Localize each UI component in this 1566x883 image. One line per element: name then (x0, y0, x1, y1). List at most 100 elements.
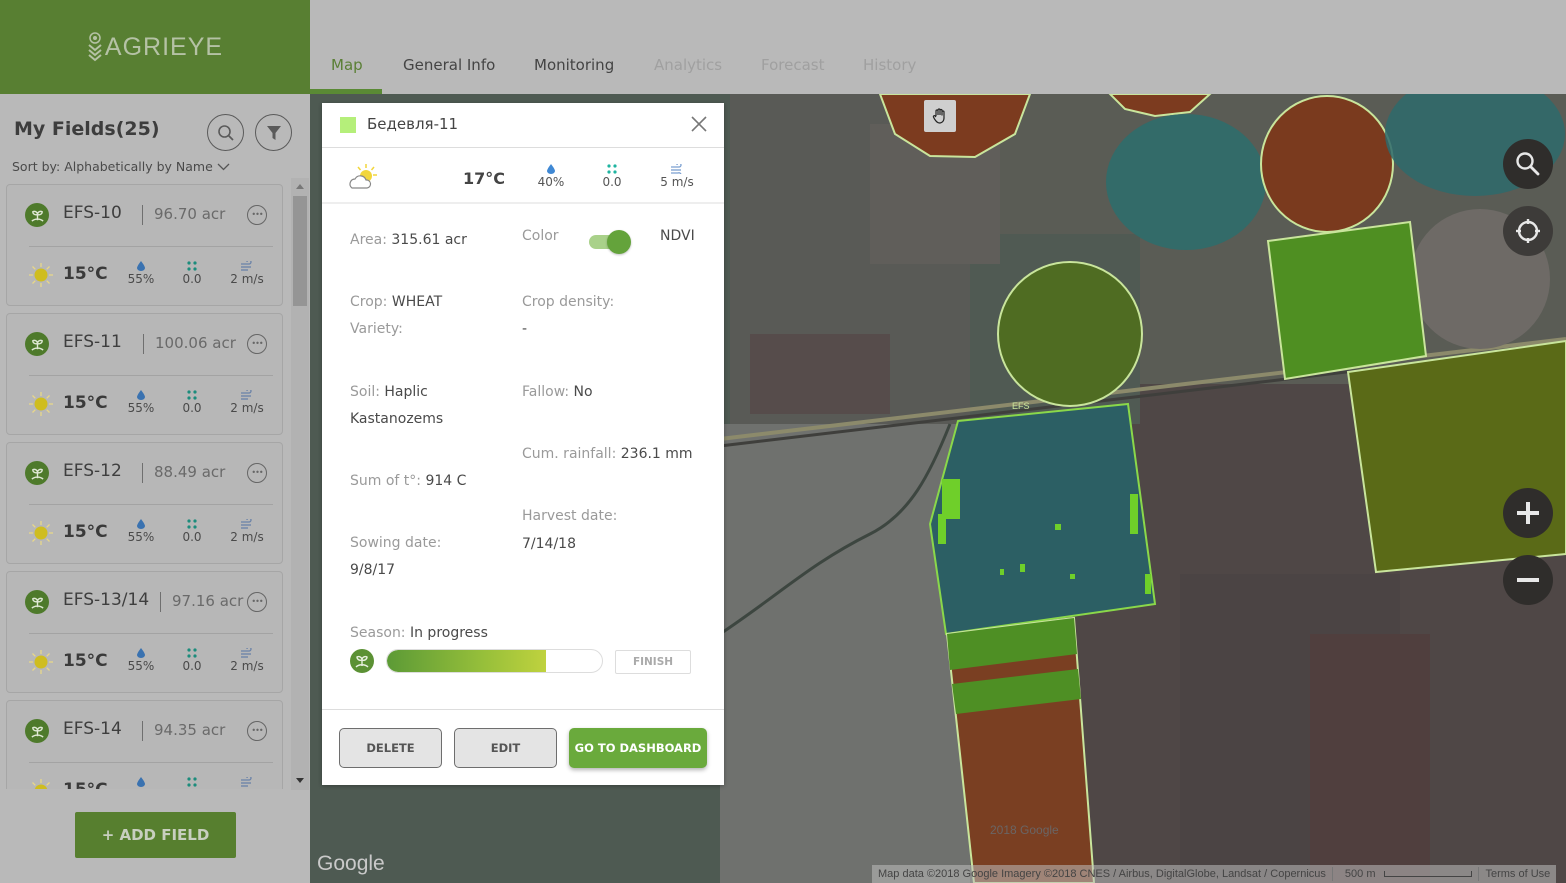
logo[interactable]: AGRIEYE (87, 32, 223, 62)
scale-indicator[interactable]: 500 m (1333, 868, 1479, 880)
google-logo: Google (317, 852, 385, 875)
more-options-icon[interactable]: ••• (247, 205, 267, 225)
chevron-down-icon (217, 163, 230, 170)
tab-history[interactable]: History (863, 56, 916, 74)
precip-value: 0.0 (602, 175, 622, 189)
logo-icon (88, 32, 102, 62)
pan-tool-button[interactable] (924, 100, 956, 132)
fields-title: My Fields(25) (14, 118, 160, 140)
search-icon (1516, 152, 1540, 176)
field-card-header: EFS-14 94.35 acr ••• (7, 701, 282, 761)
more-options-icon[interactable]: ••• (247, 592, 267, 612)
delete-button[interactable]: DELETE (339, 728, 442, 768)
field-tag: EFS (1012, 401, 1030, 411)
field-temperature: 15°C (63, 780, 108, 789)
tab-monitoring[interactable]: Monitoring (534, 56, 614, 74)
precipitation-icon (172, 646, 212, 659)
crosshair-icon (1516, 219, 1540, 243)
field-polygon[interactable] (997, 261, 1143, 407)
fallow-value: No (573, 384, 593, 400)
finish-season-button[interactable]: FINISH (615, 650, 691, 674)
variety-label: Variety: (350, 321, 403, 337)
field-card[interactable]: EFS-11 100.06 acr ••• 15°C 55% 0.0 2 m/s (6, 313, 283, 435)
map-search-button[interactable] (1503, 139, 1553, 189)
field-weather: 15°C 55% 0.0 2 m/s (7, 505, 282, 563)
color-ndvi-toggle[interactable] (589, 230, 631, 254)
triangle-up-icon (296, 183, 304, 189)
crop-row: Crop: WHEAT (350, 294, 443, 310)
field-polygon[interactable] (1106, 114, 1266, 250)
field-temperature: 15°C (63, 522, 108, 542)
minus-icon (1517, 578, 1539, 582)
field-card-header: EFS-11 100.06 acr ••• (7, 314, 282, 374)
field-list-scrollbar[interactable] (291, 178, 309, 790)
sprout-icon (25, 461, 49, 485)
field-name: EFS-11 (63, 332, 122, 352)
field-humidity: 55% (121, 259, 161, 286)
soil-value-cont: Kastanozems (350, 411, 444, 427)
field-polygon[interactable] (1260, 95, 1394, 233)
crop-density-label: Crop density: (522, 294, 615, 310)
sort-dropdown[interactable]: Sort by: Alphabetically by Name (12, 159, 230, 174)
partly-cloudy-icon (349, 164, 377, 189)
logo-area: AGRIEYE (0, 0, 310, 94)
sun-icon (28, 520, 54, 546)
zoom-in-button[interactable] (1503, 488, 1553, 538)
tab-map[interactable]: Map (331, 56, 363, 74)
field-polygon[interactable] (1266, 220, 1428, 381)
field-weather: 15°C 55% 0.0 2 m/s (7, 376, 282, 434)
season-progress-row: FINISH (350, 648, 700, 674)
toggle-knob (607, 230, 631, 254)
tab-forecast[interactable]: Forecast (761, 56, 824, 74)
edit-button[interactable]: EDIT (454, 728, 557, 768)
more-options-icon[interactable]: ••• (247, 463, 267, 483)
scroll-down-arrow[interactable] (291, 772, 309, 788)
add-field-button[interactable]: + ADD FIELD (75, 812, 236, 858)
area-value: 315.61 acr (391, 232, 467, 248)
field-precip: 0.0 (172, 259, 212, 286)
sun-icon (28, 262, 54, 288)
hand-icon (932, 108, 945, 124)
water-drop-icon (121, 775, 161, 788)
field-card[interactable]: EFS-10 96.70 acr ••• 15°C 55% 0.0 2 m/s (6, 184, 283, 306)
soil-row: Soil: Haplic (350, 384, 428, 400)
field-card[interactable]: EFS-13/14 97.16 acr ••• 15°C 55% 0.0 2 m/s (6, 571, 283, 693)
fallow-row: Fallow: No (522, 384, 593, 400)
tab-general-info[interactable]: General Info (403, 56, 495, 74)
sowing-label: Sowing date: (350, 535, 442, 551)
field-card[interactable]: EFS-12 88.49 acr ••• 15°C 55% 0.0 2 m/s (6, 442, 283, 564)
harvest-value: 7/14/18 (522, 536, 576, 552)
popup-header: Бедевля-11 (322, 103, 724, 148)
close-button[interactable] (688, 113, 710, 135)
sun-icon (28, 649, 54, 675)
divider (142, 205, 143, 225)
season-row: Season: In progress (350, 625, 488, 641)
more-options-icon[interactable]: ••• (247, 334, 267, 354)
season-value: In progress (409, 625, 488, 641)
tab-analytics[interactable]: Analytics (654, 56, 722, 74)
field-precip (172, 775, 212, 788)
terms-link[interactable]: Terms of Use (1479, 868, 1556, 880)
wind-icon (227, 646, 267, 659)
filter-button[interactable] (255, 114, 292, 151)
more-options-icon[interactable]: ••• (247, 721, 267, 741)
selected-field-polygon[interactable] (928, 402, 1157, 636)
wind-icon (671, 164, 682, 174)
scroll-up-arrow[interactable] (291, 178, 309, 194)
sprout-icon (25, 203, 49, 227)
locate-button[interactable] (1503, 206, 1553, 256)
go-to-dashboard-button[interactable]: GO TO DASHBOARD (569, 728, 707, 768)
sprout-icon (25, 332, 49, 356)
field-weather: 15°C 55% 0.0 2 m/s (7, 634, 282, 692)
field-card[interactable]: EFS-14 94.35 acr ••• 15°C (6, 700, 283, 789)
precipitation-icon (172, 775, 212, 788)
rainfall-row: Cum. rainfall: 236.1 mm (522, 446, 693, 462)
wind-value: 5 m/s (660, 175, 694, 189)
zoom-out-button[interactable] (1503, 555, 1553, 605)
scroll-thumb[interactable] (293, 196, 307, 306)
color-label: Color (522, 228, 559, 244)
close-icon (691, 116, 707, 132)
field-card-header: EFS-12 88.49 acr ••• (7, 443, 282, 503)
field-precip: 0.0 (172, 517, 212, 544)
search-button[interactable] (207, 114, 244, 151)
